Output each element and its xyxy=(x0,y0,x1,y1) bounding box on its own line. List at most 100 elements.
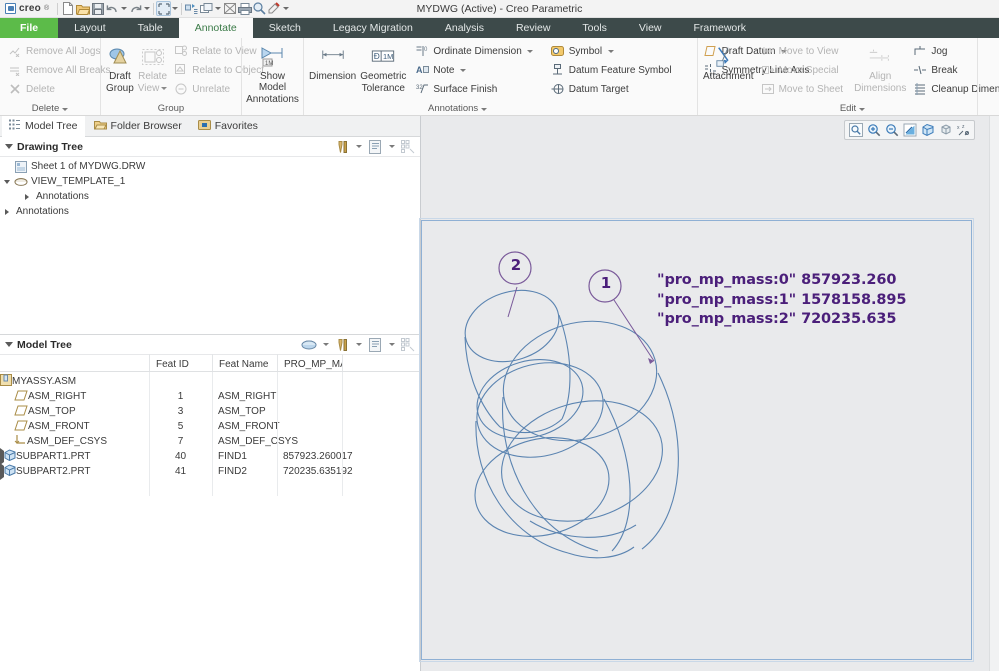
close-window-icon[interactable] xyxy=(222,1,237,16)
attachment-button[interactable]: Attachment xyxy=(702,42,755,84)
undo-dropdown-icon[interactable] xyxy=(120,1,128,16)
tree-row-sheet[interactable]: Sheet 1 of MYDWG.DRW xyxy=(0,159,420,174)
tab-file[interactable]: File xyxy=(0,18,59,38)
display-settings-icon[interactable] xyxy=(367,337,383,353)
geometric-tolerance-button[interactable]: Ð 1M Geometric Tolerance xyxy=(359,42,407,96)
note-dropdown-icon[interactable] xyxy=(459,63,468,77)
move-to-view-button[interactable]: Move to View xyxy=(757,42,847,60)
delete-group-label[interactable]: Delete xyxy=(4,102,96,115)
table-row[interactable]: SUBPART2.PRT 41 FIND2 720235.635192 xyxy=(0,463,420,480)
note-button[interactable]: A Note xyxy=(411,61,538,79)
ordinate-dimension-dropdown-icon[interactable] xyxy=(526,44,535,58)
table-row[interactable]: MYASSY.ASM xyxy=(0,374,420,389)
note-annotation[interactable]: "pro_mp_mass:0" 857923.260 "pro_mp_mass:… xyxy=(657,271,906,330)
table-row[interactable]: ASM_FRONT 5 ASM_FRONT xyxy=(0,419,420,434)
model-tree-header[interactable]: Model Tree xyxy=(0,335,420,355)
symbol-dropdown-icon[interactable] xyxy=(606,44,615,58)
filter-settings-icon[interactable] xyxy=(334,337,350,353)
annotations-group-label[interactable]: Annotations xyxy=(308,102,693,115)
shaded-view-icon[interactable] xyxy=(937,122,954,139)
tab-layout[interactable]: Layout xyxy=(58,18,122,38)
filter-settings-dropdown-icon-2[interactable] xyxy=(354,337,363,353)
tab-legacy-migration[interactable]: Legacy Migration xyxy=(317,18,429,38)
print-icon[interactable] xyxy=(237,1,252,16)
undo-icon[interactable] xyxy=(105,1,120,16)
navtab-model-tree[interactable]: Model Tree xyxy=(2,115,85,137)
window-icon[interactable] xyxy=(199,1,214,16)
ribbon-tab-bar[interactable]: File Layout Table Annotate Sketch Legacy… xyxy=(0,18,999,38)
navtab-favorites[interactable]: Favorites xyxy=(191,116,265,137)
column-header-feat-id[interactable]: Feat ID xyxy=(149,354,212,371)
tab-table[interactable]: Table xyxy=(122,18,179,38)
navigator-tabs[interactable]: Model Tree Folder Browser Favorites xyxy=(0,115,420,137)
surface-finish-button[interactable]: 32 Surface Finish xyxy=(411,80,538,98)
table-row[interactable]: ASM_DEF_CSYS 7 ASM_DEF_CSYS xyxy=(0,434,420,449)
balloon-1-label[interactable]: 1 xyxy=(591,274,621,292)
move-to-sheet-button[interactable]: Move to Sheet xyxy=(757,80,847,98)
drawing-canvas[interactable]: xz 2 1 "pro_mp_mass:0" 857923.260 "pro_m… xyxy=(419,116,999,671)
datum-display-filters-icon[interactable]: xz xyxy=(955,122,972,139)
model-display-icon[interactable] xyxy=(301,337,317,353)
zoom-out-icon[interactable] xyxy=(883,122,900,139)
tab-analysis[interactable]: Analysis xyxy=(429,18,500,38)
dimension-button[interactable]: Dimension xyxy=(308,42,357,84)
tree-row-annotations-nested[interactable]: Annotations xyxy=(0,189,420,204)
balloon-2-label[interactable]: 2 xyxy=(501,256,531,274)
regenerate-icon[interactable] xyxy=(184,1,199,16)
select-items-icon[interactable] xyxy=(156,1,172,16)
zoom-in-icon[interactable] xyxy=(865,122,882,139)
model-display-dropdown-icon[interactable] xyxy=(321,337,330,353)
redo-dropdown-icon[interactable] xyxy=(143,1,151,16)
open-icon[interactable] xyxy=(75,1,90,16)
collapse-drawing-tree-icon[interactable] xyxy=(5,144,13,149)
remove-all-breaks-button[interactable]: Remove All Breaks xyxy=(4,61,114,79)
quick-access-toolbar[interactable]: creo ® xyxy=(0,0,290,18)
expander-closed[interactable] xyxy=(20,193,33,200)
column-header-feat-name[interactable]: Feat Name xyxy=(212,354,277,371)
new-icon[interactable] xyxy=(60,1,75,16)
remove-all-jogs-button[interactable]: Remove All Jogs xyxy=(4,42,114,60)
filter-settings-icon[interactable] xyxy=(334,139,350,155)
relate-view-caret[interactable]: View xyxy=(138,83,168,94)
tab-sketch[interactable]: Sketch xyxy=(253,18,317,38)
tab-annotate[interactable]: Annotate xyxy=(178,18,253,38)
display-settings-dropdown-icon[interactable] xyxy=(387,139,396,155)
filter-settings-dropdown-icon[interactable] xyxy=(354,139,363,155)
save-icon[interactable] xyxy=(90,1,105,16)
show-model-annotations-button[interactable]: 1M Show Model Annotations xyxy=(245,42,300,107)
table-row[interactable]: ASM_RIGHT 1 ASM_RIGHT xyxy=(0,389,420,404)
tree-columns-icon[interactable] xyxy=(400,337,416,353)
tab-view[interactable]: View xyxy=(623,18,678,38)
customize-qat-icon[interactable] xyxy=(282,1,290,16)
delete-button[interactable]: Delete xyxy=(4,80,114,98)
display-settings-dropdown-icon-2[interactable] xyxy=(387,337,396,353)
tab-framework[interactable]: Framework xyxy=(678,18,763,38)
expander-closed-2[interactable] xyxy=(0,208,13,215)
tree-row-annotations[interactable]: Annotations xyxy=(0,204,420,219)
navtab-folder-browser[interactable]: Folder Browser xyxy=(87,116,189,137)
display-settings-icon[interactable] xyxy=(367,139,383,155)
canvas-vertical-scrollbar[interactable] xyxy=(989,116,999,671)
redo-icon[interactable] xyxy=(128,1,143,16)
table-row[interactable]: ASM_TOP 3 ASM_TOP xyxy=(0,404,420,419)
select-items-dropdown-icon[interactable] xyxy=(171,1,179,16)
tree-columns-icon[interactable] xyxy=(400,139,416,155)
drawing-tree-header[interactable]: Drawing Tree xyxy=(0,137,420,157)
edit-group-label[interactable]: Edit xyxy=(702,102,973,115)
view-toolbar[interactable]: xz xyxy=(844,120,975,140)
draft-group-button[interactable]: Draft Group xyxy=(105,42,135,96)
search-tool-icon[interactable] xyxy=(252,1,267,16)
symbol-button[interactable]: Symbol xyxy=(547,42,676,60)
column-header-pro-mp-mass[interactable]: PRO_MP_MASS xyxy=(277,354,342,371)
tab-tools[interactable]: Tools xyxy=(566,18,623,38)
table-row[interactable]: SUBPART1.PRT 40 FIND1 857923.260017 xyxy=(0,448,420,465)
tree-row-view-template[interactable]: VIEW_TEMPLATE_1 xyxy=(0,174,420,189)
window-dropdown-icon[interactable] xyxy=(214,1,222,16)
datum-target-button[interactable]: Datum Target xyxy=(547,80,676,98)
datum-feature-symbol-button[interactable]: Datum Feature Symbol xyxy=(547,61,676,79)
column-header-name[interactable] xyxy=(0,354,149,371)
expander-open[interactable] xyxy=(0,179,13,184)
ordinate-dimension-button[interactable]: 0 Ordinate Dimension xyxy=(411,42,538,60)
drawing-sheet[interactable]: 2 1 "pro_mp_mass:0" 857923.260 "pro_mp_m… xyxy=(419,218,974,662)
align-dimensions-button[interactable]: Align Dimensions xyxy=(853,42,907,96)
